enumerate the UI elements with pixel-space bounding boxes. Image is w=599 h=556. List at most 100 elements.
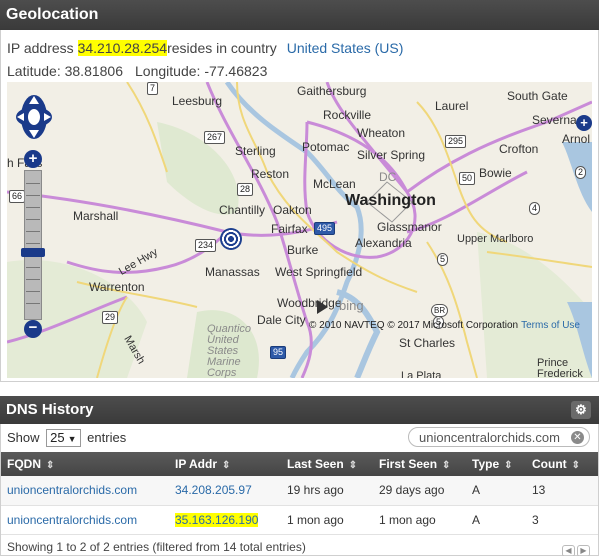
longitude-label: Longitude: (135, 63, 201, 79)
column-header-ip-addr[interactable]: IP Addr ⇕ (169, 452, 281, 476)
pan-control-icon[interactable] (15, 92, 53, 142)
road-shield-267: 267 (204, 131, 226, 144)
sort-icon: ⇕ (504, 460, 513, 471)
page-size-value: 25 (50, 430, 65, 445)
road-shield-2: 2 (575, 166, 587, 179)
zoom-slider-thumb[interactable] (21, 248, 45, 257)
column-header-type[interactable]: Type ⇕ (466, 452, 526, 476)
last-seen-cell: 1 mon ago (281, 505, 373, 535)
map-label-glassmanor: Glassmanor (377, 220, 442, 234)
first-seen-cell: 1 mon ago (373, 505, 466, 535)
previous-page-button[interactable]: ◀ (562, 545, 575, 556)
road-shield-234: 234 (195, 239, 217, 252)
dns-history-title: DNS History (6, 401, 94, 418)
next-page-button[interactable]: ▶ (577, 545, 590, 556)
road-shield-50: 50 (459, 172, 476, 185)
map-label-quantico: Quantico United States Marine Corps (207, 323, 252, 379)
zoom-slider-track[interactable] (24, 170, 42, 320)
ip-address: 34.210.28.254 (77, 40, 168, 56)
map-label-manassas: Manassas (205, 265, 260, 279)
copyright-text: © 2010 NAVTEQ © 2017 Microsoft Corporati… (309, 320, 519, 331)
map-label-bowie: Bowie (479, 166, 512, 180)
map-label-laurel: Laurel (435, 99, 469, 113)
ip-cell[interactable]: 35.163.126.190 (169, 505, 281, 535)
zoom-in-button[interactable]: + (24, 150, 42, 168)
fqdn-cell[interactable]: unioncentralorchids.com (1, 505, 169, 535)
clear-search-icon[interactable]: ✕ (571, 431, 584, 444)
fqdn-cell[interactable]: unioncentralorchids.com (1, 476, 169, 506)
show-label: Show (7, 430, 40, 445)
table-row: unioncentralorchids.com 35.163.126.190 1… (1, 505, 598, 535)
count-cell: 3 (526, 505, 598, 535)
longitude-value: -77.46823 (204, 63, 268, 79)
entries-label: entries (87, 430, 127, 445)
map-label-dale-city: Dale City (257, 313, 306, 327)
column-header-first-seen[interactable]: First Seen ⇕ (373, 452, 466, 476)
latitude-value: 38.81806 (64, 63, 124, 79)
map-label-st-charles: St Charles (399, 336, 456, 350)
map-label-alexandria: Alexandria (355, 236, 412, 250)
map-label-dc: DC (379, 170, 397, 184)
sort-icon: ⇕ (46, 460, 55, 471)
latitude-label: Latitude: (7, 63, 61, 79)
country-link[interactable]: United States (US) (287, 40, 404, 56)
type-cell: A (466, 476, 526, 506)
geolocation-header: Geolocation (0, 0, 599, 30)
map-label-severna: Severna (532, 113, 577, 127)
geolocation-map[interactable]: Leesburg Gaithersburg Rockville Laurel S… (7, 82, 592, 378)
road-shield-295: 295 (445, 135, 467, 148)
search-input[interactable] (408, 427, 590, 447)
map-label-rockville: Rockville (323, 108, 372, 122)
pagination: ◀ ▶ (560, 541, 590, 556)
road-shield-28: 28 (237, 183, 254, 196)
bing-logo: bing (339, 298, 364, 313)
road-shield-95: 95 (270, 346, 287, 359)
dns-history-header: DNS History ⚙ (0, 396, 599, 424)
type-cell: A (466, 505, 526, 535)
road-shield-495: 495 (314, 222, 336, 235)
geolocation-title: Geolocation (6, 6, 99, 23)
zoom-out-button[interactable]: − (24, 320, 42, 338)
column-header-count[interactable]: Count ⇕ (526, 452, 598, 476)
map-label-washington: Washington (345, 192, 436, 209)
page-size-select[interactable]: 25 ▼ (46, 429, 81, 447)
map-label-silver-spring: Silver Spring (357, 148, 426, 162)
column-header-last-seen[interactable]: Last Seen ⇕ (281, 452, 373, 476)
ip-cell[interactable]: 34.208.205.97 (169, 476, 281, 506)
ip-suffix: resides in country (167, 40, 277, 56)
road-shield-29: 29 (102, 311, 119, 324)
map-label-oakton: Oakton (273, 203, 312, 217)
map-label-fairfax: Fairfax (271, 222, 308, 236)
road-shield-4: 4 (529, 202, 541, 215)
map-label-gaithersburg: Gaithersburg (297, 84, 367, 98)
map-label-potomac: Potomac (302, 140, 350, 154)
map-label-crofton: Crofton (499, 142, 539, 156)
map-label-chantilly: Chantilly (219, 203, 266, 217)
map-label-wheaton: Wheaton (357, 126, 406, 140)
coordinates-line: Latitude: 38.81806 Longitude: -77.46823 (7, 63, 267, 79)
dns-history-panel: Show 25▼ entries ✕ FQDN⇕ IP Addr⇕ Last S… (0, 424, 599, 556)
ip-address-line: IP address 34.210.28.254resides in count… (7, 40, 403, 56)
road-shield-7: 7 (147, 82, 159, 95)
map-copyright: © 2010 NAVTEQ © 2017 Microsoft Corporati… (309, 320, 580, 331)
count-cell: 13 (526, 476, 598, 506)
map-label-upper-marlboro: Upper Marlboro (457, 233, 534, 245)
map-expand-button[interactable]: + (576, 115, 592, 131)
map-label-burke: Burke (287, 243, 319, 257)
road-shield-5: 5 (437, 253, 449, 266)
sort-icon: ⇕ (442, 460, 451, 471)
table-row: unioncentralorchids.com 34.208.205.97 19… (1, 476, 598, 506)
map-label-woodbridge: Woodbridge (277, 296, 342, 310)
dns-history-table: FQDN ⇕ IP Addr ⇕ Last Seen ⇕ First Seen ⇕ Ty… (1, 452, 598, 535)
table-info: Showing 1 to 2 of 2 entries (filtered fr… (7, 540, 306, 554)
location-marker-icon (220, 228, 242, 250)
map-label-west-springfield: West Springfield (275, 265, 363, 279)
ip-highlight[interactable]: 35.163.126.190 (175, 512, 259, 527)
map-label-mclean: McLean (313, 177, 356, 191)
play-icon[interactable] (317, 300, 328, 314)
road-shield-br: BR (431, 304, 449, 317)
sort-icon: ⇕ (571, 460, 581, 471)
terms-of-use-link[interactable]: Terms of Use (521, 320, 580, 331)
column-header-fqdn[interactable]: FQDN ⇕ (1, 452, 169, 476)
gear-icon[interactable]: ⚙ (571, 401, 591, 419)
